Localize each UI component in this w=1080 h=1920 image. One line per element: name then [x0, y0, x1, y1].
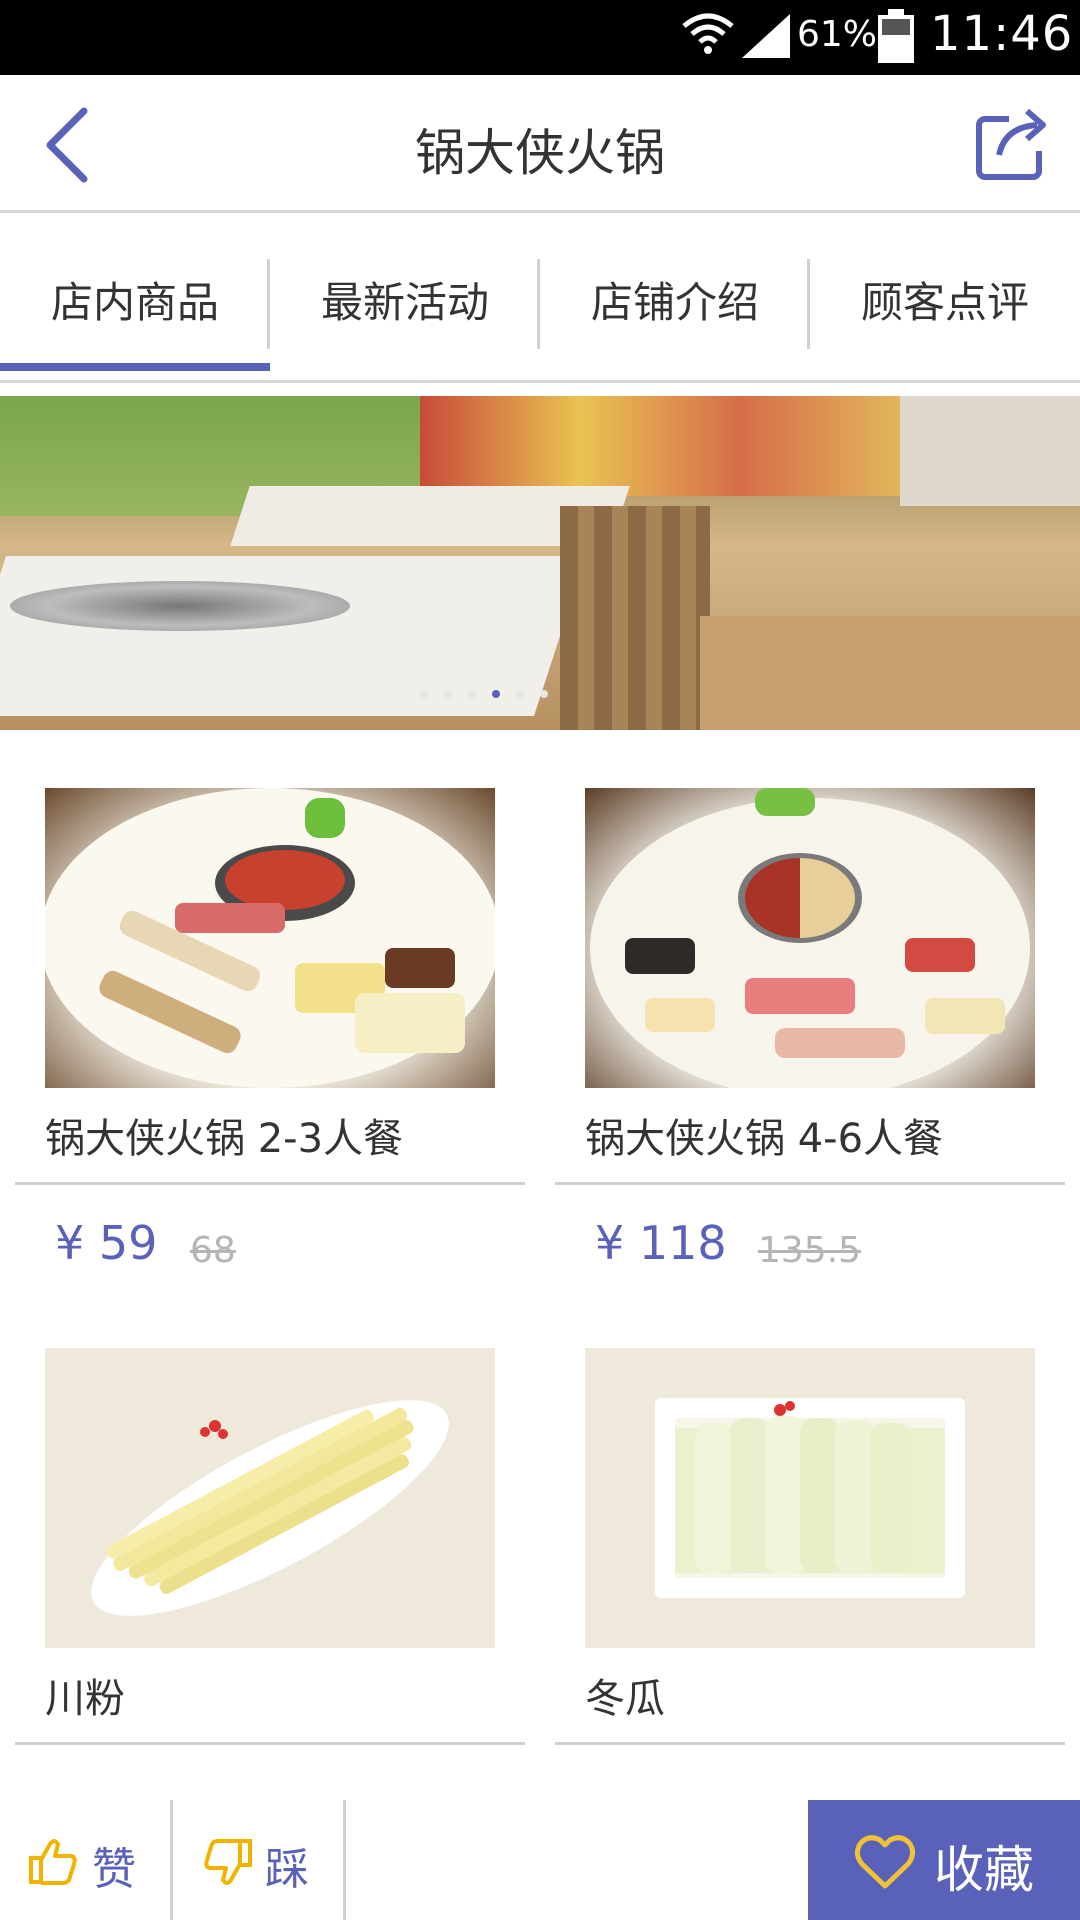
tab-bar: 店内商品 最新活动 店铺介绍 顾客点评 [0, 213, 1080, 383]
banner-back-wall [900, 396, 1080, 506]
banner-pot [10, 581, 350, 631]
product-name: 锅大侠火锅 4-6人餐 [585, 1116, 944, 1162]
clock: 11:46 [930, 6, 1074, 62]
product-name: 冬瓜 [585, 1676, 665, 1722]
battery-percent: 61% [797, 14, 878, 55]
card-divider [15, 1742, 525, 1745]
bottom-action-bar: 赞 踩 收藏 [0, 1800, 1080, 1920]
page-title: 锅大侠火锅 [415, 124, 665, 182]
product-name: 锅大侠火锅 2-3人餐 [45, 1116, 404, 1162]
tab-latest-events[interactable]: 最新活动 [270, 213, 540, 383]
thumbs-down-icon [204, 1839, 252, 1885]
tab-store-products[interactable]: 店内商品 [0, 213, 270, 383]
carousel-dot[interactable] [492, 690, 500, 698]
product-photo [585, 1348, 1035, 1648]
app-header: 锅大侠火锅 [0, 75, 1080, 213]
carousel-dot[interactable] [540, 690, 548, 698]
wifi-icon [682, 13, 734, 54]
product-original-price: 135.5 [758, 1230, 862, 1271]
card-divider [555, 1182, 1065, 1185]
favorite-button[interactable]: 收藏 [808, 1800, 1080, 1920]
bottom-bar-divider [343, 1800, 346, 1920]
active-tab-indicator [0, 363, 270, 371]
tab-label: 最新活动 [320, 278, 489, 327]
product-price: ¥ 59 [55, 1216, 158, 1270]
banner-floor [700, 616, 1080, 730]
status-bar: 61% 11:46 [0, 0, 1080, 75]
thumbs-up-icon [29, 1839, 77, 1885]
tab-label: 顾客点评 [860, 278, 1029, 327]
battery-icon [878, 9, 914, 63]
product-photo [45, 1348, 495, 1648]
banner-carousel[interactable] [0, 396, 1080, 730]
tab-customer-reviews[interactable]: 顾客点评 [810, 213, 1080, 383]
banner-mural [420, 396, 900, 496]
product-photo [585, 788, 1035, 1088]
product-name: 川粉 [45, 1676, 125, 1722]
tab-label: 店铺介绍 [590, 278, 759, 327]
dislike-label: 踩 [265, 1844, 309, 1895]
product-price: ¥ 118 [595, 1216, 727, 1270]
carousel-dot[interactable] [444, 690, 452, 698]
favorite-label: 收藏 [934, 1841, 1034, 1899]
carousel-dot[interactable] [420, 690, 428, 698]
like-label: 赞 [92, 1844, 136, 1895]
carousel-indicator [0, 690, 1080, 704]
tab-label: 店内商品 [50, 278, 219, 327]
signal-icon [742, 14, 790, 58]
product-original-price: 68 [190, 1230, 236, 1271]
carousel-dot[interactable] [516, 690, 524, 698]
tab-bar-divider [0, 380, 1080, 383]
card-divider [555, 1742, 1065, 1745]
dislike-button[interactable]: 踩 [173, 1800, 343, 1920]
carousel-dot[interactable] [468, 690, 476, 698]
share-icon[interactable] [975, 105, 1053, 181]
card-divider [15, 1182, 525, 1185]
heart-icon [854, 1835, 916, 1889]
tab-store-intro[interactable]: 店铺介绍 [540, 213, 810, 383]
product-photo [45, 788, 495, 1088]
like-button[interactable]: 赞 [0, 1800, 170, 1920]
